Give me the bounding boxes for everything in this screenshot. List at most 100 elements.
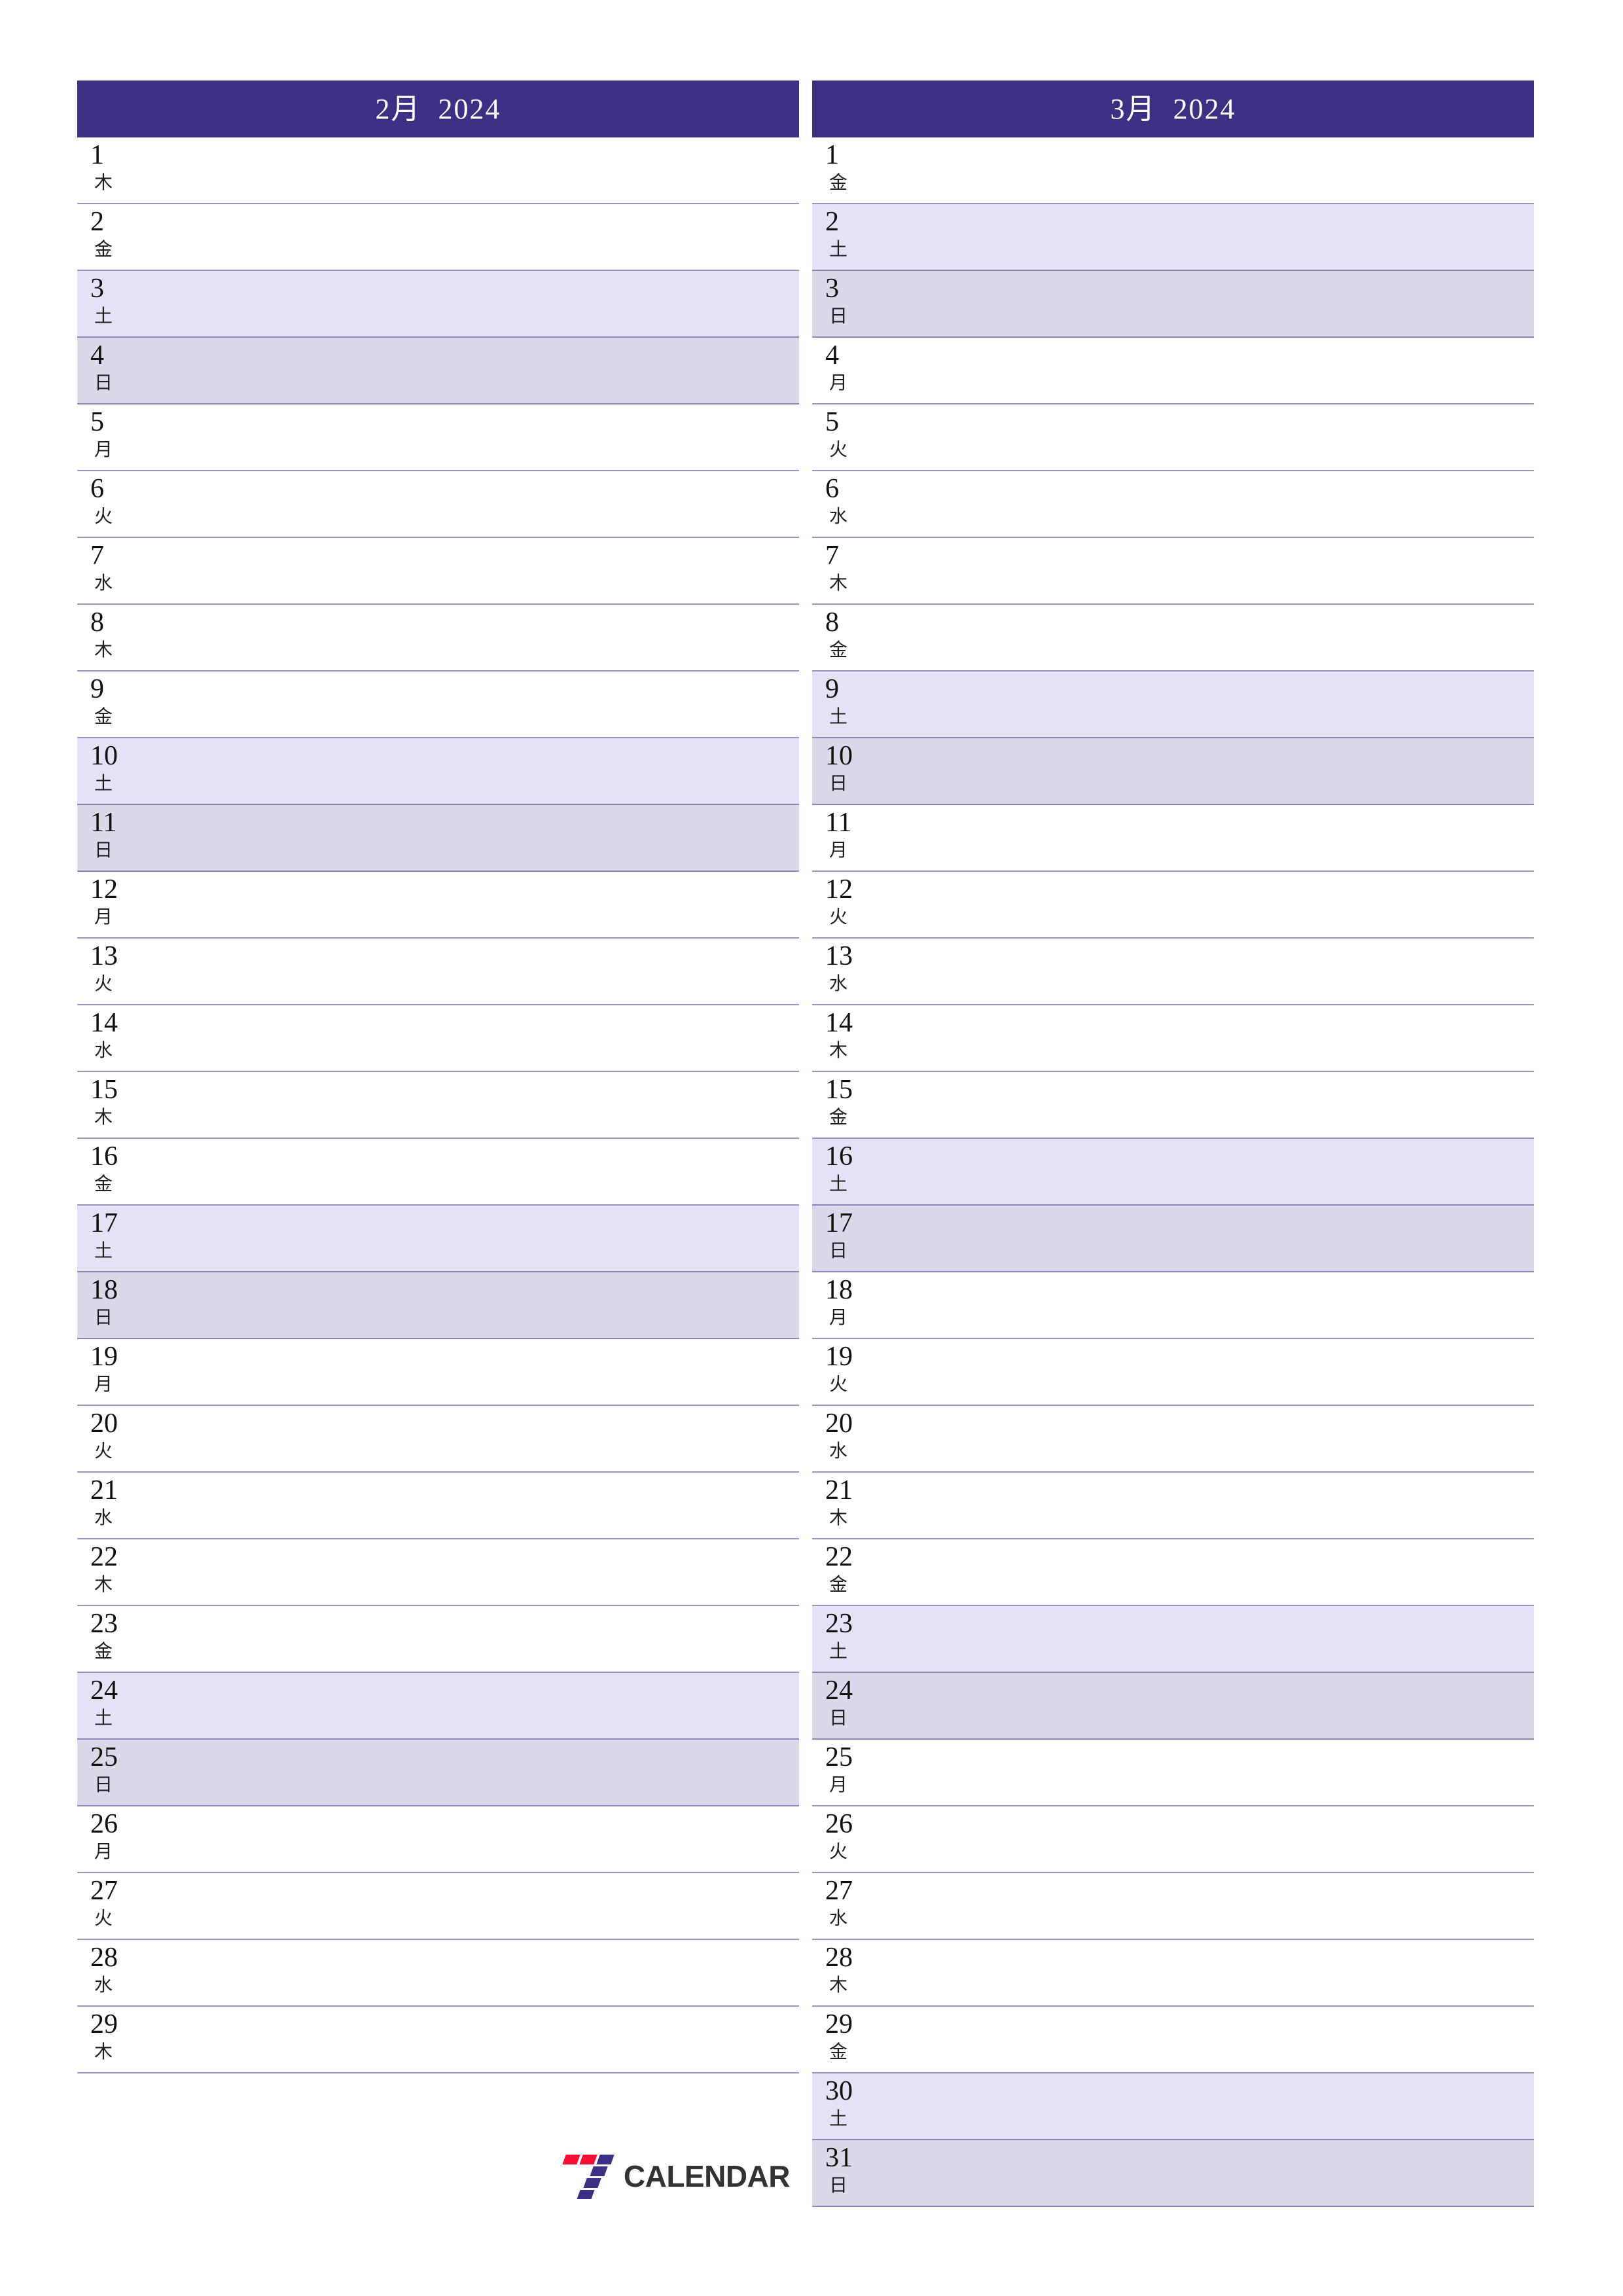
day-row[interactable]: 23 土 bbox=[812, 1606, 1534, 1673]
day-number: 24 bbox=[90, 1676, 118, 1706]
day-of-week-label: 水 bbox=[94, 572, 113, 594]
day-number: 1 bbox=[90, 140, 104, 170]
day-row[interactable]: 25 日 bbox=[77, 1740, 799, 1806]
day-row[interactable]: 24 土 bbox=[77, 1673, 799, 1740]
day-row[interactable]: 9金 bbox=[77, 672, 799, 738]
day-of-week-label: 水 bbox=[829, 1907, 848, 1929]
day-number: 2 bbox=[90, 207, 104, 237]
day-row[interactable]: 31 日 bbox=[812, 2140, 1534, 2207]
day-row[interactable]: 24 日 bbox=[812, 1673, 1534, 1740]
day-list-march: 1 金 2 土 3 日 4 月 5 火 6 水 7 木 8 金 9 土 10 日 11 月 12 火 13 水 14 木 15 金 16 土 1… bbox=[812, 137, 1534, 2207]
day-of-week-label: 日 bbox=[94, 839, 113, 861]
day-row[interactable]: 4月 bbox=[812, 338, 1534, 404]
day-row[interactable]: 15 木 bbox=[77, 1072, 799, 1139]
day-row[interactable]: 7水 bbox=[77, 538, 799, 605]
day-row[interactable]: 10 日 bbox=[812, 738, 1534, 805]
day-row[interactable]: 20 火 bbox=[77, 1406, 799, 1473]
day-number: 27 bbox=[825, 1876, 853, 1906]
day-of-week-label: 火 bbox=[829, 1840, 848, 1862]
day-row[interactable]: 16 金 bbox=[77, 1139, 799, 1206]
day-row[interactable]: 3日 bbox=[812, 271, 1534, 338]
day-row[interactable]: 18 月 bbox=[812, 1272, 1534, 1339]
day-of-week-label: 月 bbox=[94, 1373, 113, 1395]
day-row[interactable]: 9土 bbox=[812, 672, 1534, 738]
day-row[interactable]: 28 水 bbox=[77, 1940, 799, 2007]
day-row[interactable]: 5月 bbox=[77, 404, 799, 471]
month-column-february: 2月 2024 1 木 2 金 3 土 4 日 5 月 6 火 7 水 8 木 9 金 10 土 11 日 12 月 13 火 14… bbox=[77, 81, 799, 2207]
day-row[interactable]: 16 土 bbox=[812, 1139, 1534, 1206]
day-of-week-label: 木 bbox=[94, 2041, 113, 2062]
day-row[interactable]: 10 土 bbox=[77, 738, 799, 805]
day-row[interactable]: 27 水 bbox=[812, 1873, 1534, 1940]
day-row[interactable]: 2金 bbox=[77, 204, 799, 271]
day-of-week-label: 日 bbox=[829, 1707, 848, 1729]
day-row[interactable]: 17 日 bbox=[812, 1206, 1534, 1272]
day-number: 31 bbox=[825, 2143, 853, 2173]
day-row[interactable]: 5火 bbox=[812, 404, 1534, 471]
day-row[interactable]: 13 水 bbox=[812, 939, 1534, 1005]
day-of-week-label: 金 bbox=[829, 2041, 848, 2062]
day-row[interactable]: 11 月 bbox=[812, 805, 1534, 872]
day-number: 12 bbox=[90, 874, 118, 905]
day-number: 26 bbox=[90, 1809, 118, 1839]
day-row[interactable]: 28 木 bbox=[812, 1940, 1534, 2007]
day-number: 24 bbox=[825, 1676, 853, 1706]
day-of-week-label: 月 bbox=[829, 1774, 848, 1795]
day-row[interactable]: 6水 bbox=[812, 471, 1534, 538]
day-of-week-label: 水 bbox=[94, 1974, 113, 1996]
day-row[interactable]: 26 月 bbox=[77, 1806, 799, 1873]
day-number: 16 bbox=[825, 1141, 853, 1172]
day-row[interactable]: 15 金 bbox=[812, 1072, 1534, 1139]
day-number: 25 bbox=[90, 1742, 118, 1772]
day-of-week-label: 日 bbox=[829, 2174, 848, 2196]
day-number: 18 bbox=[825, 1275, 853, 1305]
day-of-week-label: 月 bbox=[829, 372, 848, 393]
day-of-week-label: 金 bbox=[94, 238, 113, 260]
day-number: 12 bbox=[825, 874, 853, 905]
day-row[interactable]: 8金 bbox=[812, 605, 1534, 672]
day-row[interactable]: 14 水 bbox=[77, 1005, 799, 1072]
day-of-week-label: 月 bbox=[94, 1840, 113, 1862]
day-number: 19 bbox=[90, 1342, 118, 1372]
day-number: 30 bbox=[825, 2076, 853, 2106]
brand-logo: CALENDAR bbox=[562, 2152, 791, 2200]
day-row[interactable]: 17 土 bbox=[77, 1206, 799, 1272]
day-row[interactable]: 20 水 bbox=[812, 1406, 1534, 1473]
day-of-week-label: 土 bbox=[94, 305, 113, 327]
day-row[interactable]: 12 火 bbox=[812, 872, 1534, 939]
day-row[interactable]: 7木 bbox=[812, 538, 1534, 605]
day-row[interactable]: 19 月 bbox=[77, 1339, 799, 1406]
day-row[interactable]: 6火 bbox=[77, 471, 799, 538]
day-of-week-label: 土 bbox=[94, 1240, 113, 1261]
day-row[interactable]: 1金 bbox=[812, 137, 1534, 204]
day-row[interactable]: 11 日 bbox=[77, 805, 799, 872]
day-row[interactable]: 19 火 bbox=[812, 1339, 1534, 1406]
day-row[interactable]: 23 金 bbox=[77, 1606, 799, 1673]
day-row[interactable]: 29 金 bbox=[812, 2007, 1534, 2073]
day-row[interactable]: 14 木 bbox=[812, 1005, 1534, 1072]
day-of-week-label: 木 bbox=[94, 1573, 113, 1595]
day-row[interactable]: 18 日 bbox=[77, 1272, 799, 1339]
day-row[interactable]: 2土 bbox=[812, 204, 1534, 271]
day-row[interactable]: 1木 bbox=[77, 137, 799, 204]
day-number: 29 bbox=[90, 2009, 118, 2039]
day-row[interactable]: 29 木 bbox=[77, 2007, 799, 2073]
day-row[interactable]: 13 火 bbox=[77, 939, 799, 1005]
day-row[interactable]: 27 火 bbox=[77, 1873, 799, 1940]
day-row[interactable]: 3土 bbox=[77, 271, 799, 338]
day-number: 26 bbox=[825, 1809, 853, 1839]
day-row[interactable]: 26 火 bbox=[812, 1806, 1534, 1873]
day-of-week-label: 木 bbox=[829, 1974, 848, 1996]
day-row[interactable]: 12 月 bbox=[77, 872, 799, 939]
day-row[interactable]: 25 月 bbox=[812, 1740, 1534, 1806]
planner-page: 2月 2024 1 木 2 金 3 土 4 日 5 月 6 火 7 水 8 木 9 金 10 土 11 日 12 月 13 火 14… bbox=[0, 0, 1623, 2296]
day-row[interactable]: 8木 bbox=[77, 605, 799, 672]
day-number: 15 bbox=[825, 1075, 853, 1105]
day-row[interactable]: 21 木 bbox=[812, 1473, 1534, 1539]
day-row[interactable]: 21 水 bbox=[77, 1473, 799, 1539]
day-number: 22 bbox=[825, 1542, 853, 1572]
day-row[interactable]: 22 金 bbox=[812, 1539, 1534, 1606]
day-row[interactable]: 22 木 bbox=[77, 1539, 799, 1606]
day-row[interactable]: 30 土 bbox=[812, 2073, 1534, 2140]
day-row[interactable]: 4日 bbox=[77, 338, 799, 404]
